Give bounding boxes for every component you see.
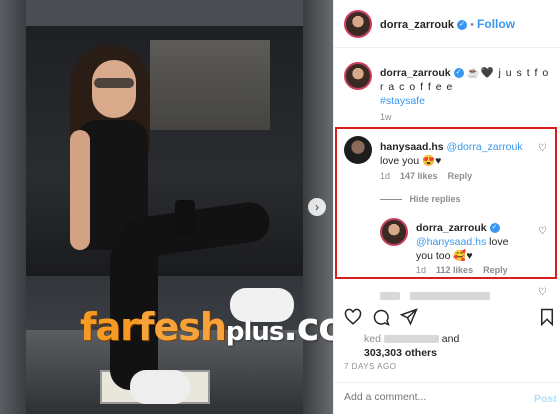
heart-icon[interactable]: ♡ (538, 287, 547, 298)
car-window (150, 40, 270, 130)
caption-age: 1w (380, 112, 392, 122)
caption-avatar[interactable] (344, 62, 372, 90)
watermark-plus: plus (225, 317, 285, 347)
post-comment-button[interactable]: Post (534, 393, 557, 405)
sneaker-left (130, 370, 190, 404)
caption-hashtag[interactable]: #staysafe (380, 95, 425, 107)
highlight-box (335, 127, 557, 279)
blurred-avatar (380, 291, 400, 300)
post-photo[interactable]: › (0, 0, 333, 414)
verified-badge-icon: ✓ (453, 68, 464, 79)
blurred-username (383, 335, 439, 344)
author-avatar[interactable] (344, 10, 372, 38)
header-line: dorra_zarrouk ✓ • Follow (380, 17, 515, 31)
comment-box: Post (334, 382, 560, 414)
blurred-comment (380, 287, 491, 305)
person-face (92, 60, 136, 118)
follow-button[interactable]: Follow (477, 17, 515, 31)
author-username[interactable]: dorra_zarrouk (380, 19, 454, 31)
post-header: dorra_zarrouk ✓ • Follow (334, 0, 560, 48)
likes-others[interactable]: 303,303 others (364, 347, 437, 359)
person-sunglasses (94, 78, 134, 88)
likes-and: and (441, 333, 460, 345)
verified-badge-icon: ✓ (457, 20, 468, 31)
car-roof (0, 0, 333, 26)
add-comment-input[interactable] (344, 391, 504, 403)
comment-icon[interactable] (372, 308, 390, 326)
car-frame-left (0, 0, 26, 414)
blurred-text (410, 291, 491, 300)
likes-summary: ked and 303,303 others (364, 332, 554, 360)
caption: dorra_zarrouk ✓ ☕🖤 j u s t f o r a c o f… (380, 66, 550, 108)
share-icon[interactable] (400, 308, 418, 326)
person-arm (70, 130, 90, 250)
watermark-far: far (80, 305, 139, 349)
bookmark-icon[interactable] (538, 308, 556, 326)
post-timestamp: 7 DAYS AGO (344, 362, 397, 371)
heart-icon[interactable] (344, 308, 362, 326)
action-bar (334, 308, 560, 330)
watermark-fesh: fesh (137, 305, 227, 349)
dot-separator: • (470, 19, 474, 31)
caption-username[interactable]: dorra_zarrouk (380, 67, 451, 79)
likes-prefix: ked (364, 333, 381, 345)
chevron-right-icon[interactable]: › (308, 198, 326, 216)
coffee-cup (175, 200, 195, 234)
